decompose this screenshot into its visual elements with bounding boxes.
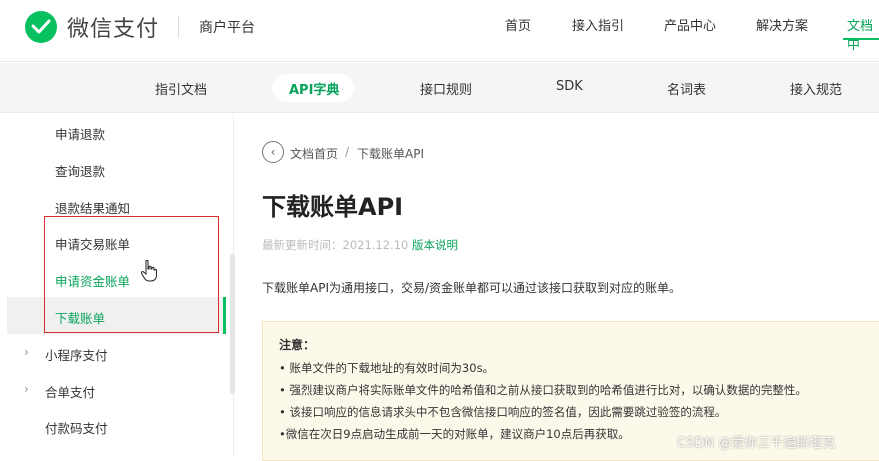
back-arrow-icon[interactable]: ‹ [262,141,284,163]
api-intro: 下载账单API为通用接口，交易/资金账单都可以通过该接口获取到对应的账单。 [262,281,682,295]
sidebar-group-barcode-pay[interactable]: 付款码支付 [45,418,108,437]
page-title: 下载账单API [262,193,404,221]
version-notes-link[interactable]: 版本说明 [412,238,458,252]
tab-guide-docs[interactable]: 指引文档 [155,79,207,98]
sidebar: 申请退款 查询退款 退款结果通知 申请交易账单 申请资金账单 下载账单 › 小程… [0,114,235,458]
chevron-right-icon[interactable]: › [24,382,29,396]
sidebar-item-apply-refund[interactable]: 申请退款 [55,124,105,143]
wechat-pay-logo[interactable]: 微信支付 [25,11,159,43]
tab-access-spec[interactable]: 接入规范 [790,79,842,98]
breadcrumb-home[interactable]: 文档首页 [290,145,338,162]
tab-sdk[interactable]: SDK [556,79,583,94]
sidebar-group-combined-pay[interactable]: 合单支付 [45,382,95,401]
tab-glossary[interactable]: 名词表 [667,79,706,98]
sidebar-group-mini-program[interactable]: 小程序支付 [45,345,108,364]
breadcrumb-separator: / [345,145,350,159]
nav-integration-guide[interactable]: 接入指引 [572,15,624,34]
tab-interface-rules[interactable]: 接口规则 [420,79,472,98]
main-content: ‹ 文档首页 / 下载账单API 下载账单API 最新更新时间：2021.12.… [235,114,879,461]
logo-text: 微信支付 [67,17,160,42]
notice-line: • 账单文件的下载地址的有效时间为30s。 [279,361,495,375]
notice-line: • 强烈建议商户将实际账单文件的哈希值和之前从接口获取到的哈希值进行比对，以确认… [279,383,807,397]
platform-label: 商户平台 [199,20,255,36]
notice-line: • 该接口响应的信息请求头中不包含微信接口响应的签名值，因此需要跳过验签的流程。 [279,405,727,419]
header-divider [178,16,179,38]
last-updated: 最新更新时间：2021.12.10 版本说明 [262,237,458,253]
nav-docs[interactable]: 文档中 [847,15,879,53]
breadcrumb-current: 下载账单API [357,147,424,161]
watermark: CSDN @爱你三千遍斯塔克 [677,436,836,451]
tab-api-dictionary[interactable]: API字典 [289,79,339,98]
annotation-highlight-box [44,216,219,333]
notice-title: 注意： [279,338,316,352]
updated-label: 最新更新时间：2021.12.10 [262,238,409,252]
sidebar-item-query-refund[interactable]: 查询退款 [55,161,105,180]
notice-line: •微信在次日9点启动生成前一天的对账单，建议商户10点后再获取。 [279,427,630,441]
nav-solutions[interactable]: 解决方案 [756,15,808,34]
wechat-pay-logo-icon [25,11,57,43]
nav-home[interactable]: 首页 [505,15,531,34]
sub-navigation: 指引文档 API字典 接口规则 SDK 名词表 接入规范 [0,63,879,113]
nav-products[interactable]: 产品中心 [664,15,716,34]
sidebar-item-refund-notify[interactable]: 退款结果通知 [55,198,130,217]
nav-active-indicator [843,38,879,40]
sidebar-active-indicator [223,297,226,334]
chevron-right-icon[interactable]: › [24,345,29,359]
top-header: 微信支付 商户平台 首页 接入指引 产品中心 解决方案 文档中 [0,0,879,62]
hand-cursor-icon [140,259,157,286]
